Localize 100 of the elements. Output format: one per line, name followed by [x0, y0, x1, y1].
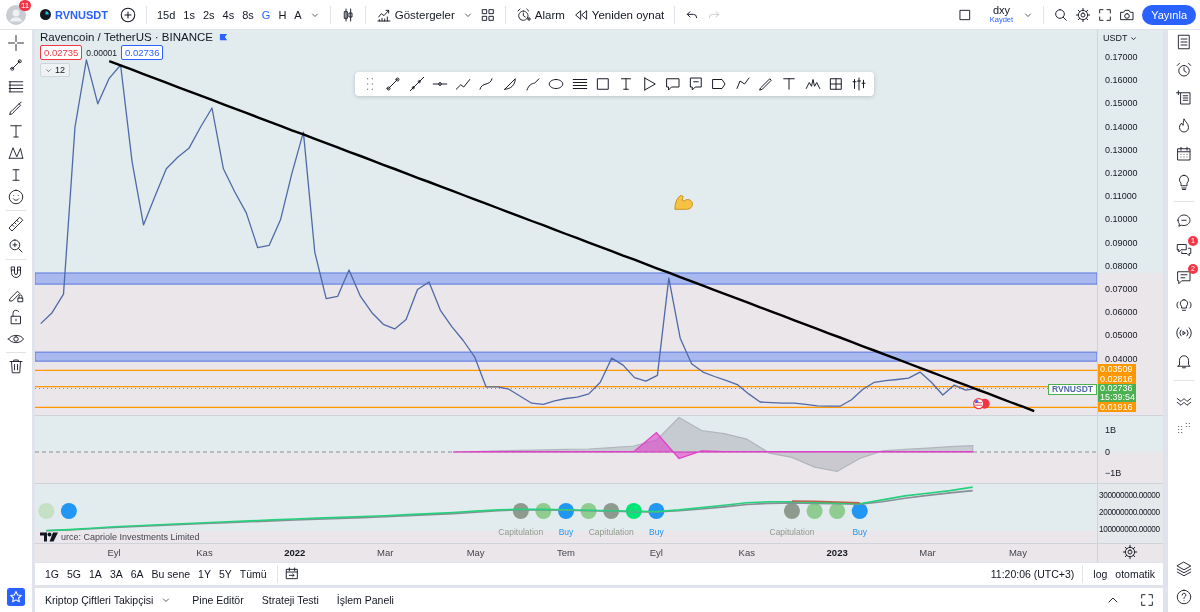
help-icon[interactable] — [1175, 588, 1193, 606]
range-button[interactable]: 1G — [41, 565, 63, 582]
bars-icon[interactable] — [850, 75, 869, 93]
panel-tab[interactable]: Kriptop Çiftleri Takipçisi — [43, 592, 177, 608]
interval-button[interactable]: 8s — [238, 5, 258, 24]
star-icon[interactable] — [7, 588, 25, 606]
signal-label: Buy — [649, 527, 664, 538]
signal-label: Capitulation — [588, 527, 634, 538]
chart-title: Ravencoin / TetherUS · BINANCE — [40, 31, 213, 43]
interval-button[interactable]: H — [274, 5, 291, 24]
price-level-tag: 0.02816 — [1098, 374, 1136, 385]
auto-scale-button[interactable]: otomatik — [1111, 565, 1159, 582]
price-axis-label: 0.09000 — [1105, 238, 1138, 248]
brush-icon[interactable] — [524, 75, 543, 93]
bell-icon[interactable] — [1175, 352, 1193, 370]
indicators-toggle[interactable]: 12 — [40, 63, 70, 77]
idea-stream-icon[interactable] — [1175, 296, 1193, 314]
alarm-clock-icon[interactable] — [1175, 61, 1193, 79]
settings-icon[interactable] — [1075, 6, 1092, 23]
range-button[interactable]: 5G — [63, 565, 86, 582]
brush-icon[interactable] — [7, 100, 25, 118]
alert-button[interactable]: Alarm — [511, 3, 569, 26]
indicators-button[interactable]: Göstergeler — [371, 3, 459, 26]
zoom-in-icon[interactable] — [7, 237, 25, 255]
source-note: urce: Capriole Investments Limited — [61, 531, 200, 543]
price-axis-label: 0.11000 — [1105, 192, 1137, 202]
buy-price-button[interactable]: 0.02736 — [121, 45, 164, 60]
sell-price-button[interactable]: 0.02735 — [40, 45, 83, 60]
interval-button[interactable]: A — [290, 5, 306, 24]
callout-icon[interactable] — [663, 75, 682, 93]
price-axis-label: 0.04000 — [1105, 354, 1138, 364]
text-icon[interactable] — [7, 122, 25, 140]
range-button[interactable]: Bu sene — [147, 565, 195, 582]
layers-icon[interactable] — [1175, 560, 1193, 578]
price-axis-label: 0.08000 — [1105, 261, 1138, 271]
time-axis-label: Kas — [738, 547, 755, 558]
log-scale-button[interactable]: log — [1089, 565, 1112, 582]
interval-button[interactable]: 1s — [179, 5, 199, 24]
time-axis-label: Mar — [919, 547, 936, 558]
watchlist-icon[interactable] — [1175, 33, 1193, 51]
publish-button[interactable]: Yayınla — [1142, 4, 1196, 25]
panel-tab[interactable]: Strateji Testi — [259, 592, 321, 608]
message-icon[interactable] — [1175, 268, 1193, 286]
last-price: 0.02736 — [1100, 384, 1134, 394]
panel-tab[interactable]: Pine Editör — [190, 592, 246, 608]
replay-button[interactable]: Yeniden oynat — [568, 3, 669, 26]
curve-icon[interactable] — [477, 75, 496, 93]
price-axis-label: 0.06000 — [1105, 308, 1138, 318]
logo-icon — [40, 531, 58, 543]
range-button[interactable]: 5Y — [214, 565, 236, 582]
range-button[interactable]: 1Y — [194, 565, 215, 582]
spread-value: 0.00001 — [86, 47, 118, 58]
layout-grid-icon[interactable] — [479, 6, 496, 23]
calendar-icon[interactable] — [1175, 145, 1193, 163]
interval-button[interactable]: 15d — [153, 5, 180, 24]
date-range-icon[interactable] — [283, 565, 300, 582]
event-marker-icon[interactable] — [973, 398, 991, 410]
panel-tab[interactable]: İşlem Paneli — [334, 592, 396, 608]
range-button[interactable]: 1A — [85, 565, 106, 582]
currency-button[interactable]: USDT — [1103, 33, 1138, 43]
signal-label: Buy — [558, 527, 574, 538]
time-axis-label: 2023 — [826, 547, 848, 558]
range-button[interactable]: Tümü — [235, 565, 271, 582]
signal-axis-label: 200000000.00000 — [1099, 508, 1160, 517]
range-button[interactable]: 3A — [105, 565, 127, 582]
interval-button[interactable]: 4s — [218, 5, 239, 24]
signal-label: Capitulation — [498, 527, 544, 538]
add-symbol-icon[interactable] — [119, 5, 137, 24]
interval-button[interactable]: 2s — [198, 5, 219, 24]
range-button[interactable]: 6A — [126, 565, 148, 582]
broadcast-icon[interactable] — [1175, 324, 1193, 342]
fullscreen-icon[interactable] — [1097, 6, 1114, 23]
smiley-icon[interactable] — [7, 188, 25, 206]
symbol-tag: RVNUSDT — [1048, 384, 1097, 396]
trend-line-icon[interactable] — [7, 56, 25, 74]
symbol-button[interactable]: RVNUSDT — [55, 8, 108, 21]
fullscreen-icon[interactable] — [1139, 592, 1155, 608]
pattern-icon[interactable] — [7, 144, 25, 162]
price-axis-label: 0.13000 — [1105, 145, 1138, 155]
ruler-icon[interactable] — [7, 215, 25, 233]
signal-axis-label: 300000000.00000 — [1099, 490, 1160, 500]
add-list-icon[interactable] — [1175, 89, 1193, 107]
search-icon[interactable] — [1053, 6, 1070, 23]
time-axis-label: Kas — [196, 547, 213, 558]
oscillator-axis-label: 0 — [1105, 447, 1110, 457]
time-axis-label: 2022 — [284, 547, 306, 558]
price-axis-label: 0.10000 — [1105, 215, 1138, 225]
settings-icon[interactable] — [1122, 544, 1138, 560]
signal-label: Capitulation — [769, 527, 815, 538]
time-axis-label: Eyl — [107, 547, 121, 558]
trash-icon[interactable] — [7, 357, 25, 375]
trend-line-icon[interactable] — [384, 75, 403, 93]
oscillator-axis-label: 1B — [1105, 426, 1116, 435]
signal-label: Buy — [852, 527, 868, 538]
chat-cloud-icon[interactable] — [1175, 212, 1193, 230]
extended-line-icon[interactable] — [407, 75, 426, 93]
interval-button[interactable]: G — [257, 5, 275, 24]
price-axis-label: 0.12000 — [1105, 168, 1138, 178]
clock-text[interactable]: 11:20:06 (UTC+3) — [988, 567, 1077, 580]
fib-lines-icon[interactable] — [7, 78, 25, 96]
